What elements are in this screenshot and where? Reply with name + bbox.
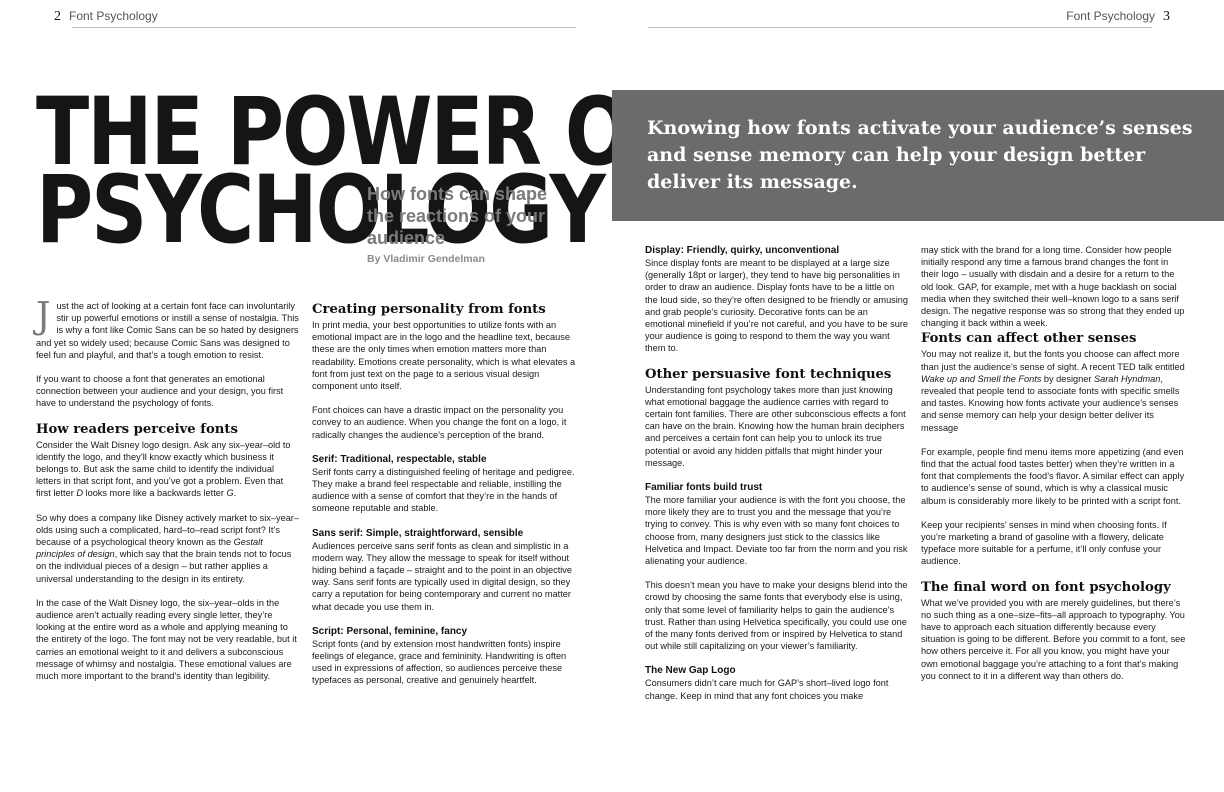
running-title: Font Psychology	[69, 9, 158, 23]
drop-cap: J	[36, 296, 51, 337]
column-3: Display: Friendly, quirky, unconventiona…	[645, 244, 909, 714]
paragraph: This doesn’t mean you have to make your …	[645, 580, 908, 652]
section-heading: How readers perceive fonts	[36, 421, 238, 437]
paragraph: Keep your recipients’ senses in mind whe…	[921, 519, 1167, 567]
paragraph: Since display fonts are meant to be disp…	[645, 258, 909, 354]
section-heading: Fonts can affect other senses	[921, 331, 1137, 347]
paragraph: In the case of the Walt Disney logo, the…	[36, 597, 297, 682]
subheading: The New Gap Logo	[645, 665, 736, 677]
paragraph: What we’ve provided you with are merely …	[921, 597, 1186, 681]
paragraph: Consumers didn’t care much for GAP’s sho…	[645, 678, 889, 701]
paragraph: Font choices can have a drastic impact o…	[312, 405, 567, 440]
section-heading: Other persuasive font techniques	[645, 366, 892, 382]
section-heading: Creating personality from fonts	[312, 302, 546, 317]
page-number: 3	[1163, 9, 1170, 24]
paragraph: For example, people find menu items more…	[921, 446, 1185, 506]
paragraph: The more familiar your audience is with …	[645, 495, 908, 567]
article-subtitle: How fonts can shape the reactions of you…	[367, 184, 548, 248]
subheading: Serif: Traditional, respectable, stable	[312, 453, 487, 465]
page-number: 2	[54, 9, 61, 24]
paragraph: In print media, your best opportunities …	[312, 320, 576, 392]
paragraph: may stick with the brand for a long time…	[921, 245, 1185, 329]
running-title: Font Psychology	[1066, 9, 1155, 23]
paragraph: Serif fonts carry a distinguished feelin…	[312, 466, 575, 514]
column-2: Creating personality from fonts In print…	[312, 302, 576, 699]
header-rule	[72, 27, 576, 28]
paragraph: Consider the Walt Disney logo design. As…	[36, 439, 291, 499]
paragraph: Understanding font psychology takes more…	[645, 384, 906, 468]
subheading: Sans serif: Simple, straightforward, sen…	[312, 527, 524, 539]
running-header-right: Font Psychology 3	[648, 9, 1170, 25]
paragraph: Script fonts (and by extension most hand…	[312, 638, 567, 686]
subheading: Display: Friendly, quirky, unconventiona…	[645, 245, 840, 256]
byline: By Vladimir Gendelman	[367, 253, 485, 265]
paragraph: So why does a company like Disney active…	[36, 512, 299, 584]
running-header-left: 2 Font Psychology	[54, 9, 576, 25]
section-heading: The final word on font psychology	[921, 579, 1171, 595]
intro-paragraph: Just the act of looking at a certain fon…	[36, 296, 299, 360]
column-4: may stick with the brand for a long time…	[921, 244, 1187, 694]
column-1: Just the act of looking at a certain fon…	[36, 296, 300, 694]
pull-quote-banner: Knowing how fonts activate your audience…	[612, 90, 1224, 221]
paragraph: If you want to choose a font that genera…	[36, 374, 284, 409]
subheading: Script: Personal, feminine, fancy	[312, 625, 468, 637]
paragraph: You may not realize it, but the fonts yo…	[921, 349, 1185, 433]
pull-quote: Knowing how fonts activate your audience…	[647, 117, 1193, 193]
header-rule	[648, 27, 1152, 28]
subheading: Familiar fonts build trust	[645, 482, 763, 494]
paragraph: Audiences perceive sans serif fonts as c…	[312, 540, 572, 612]
